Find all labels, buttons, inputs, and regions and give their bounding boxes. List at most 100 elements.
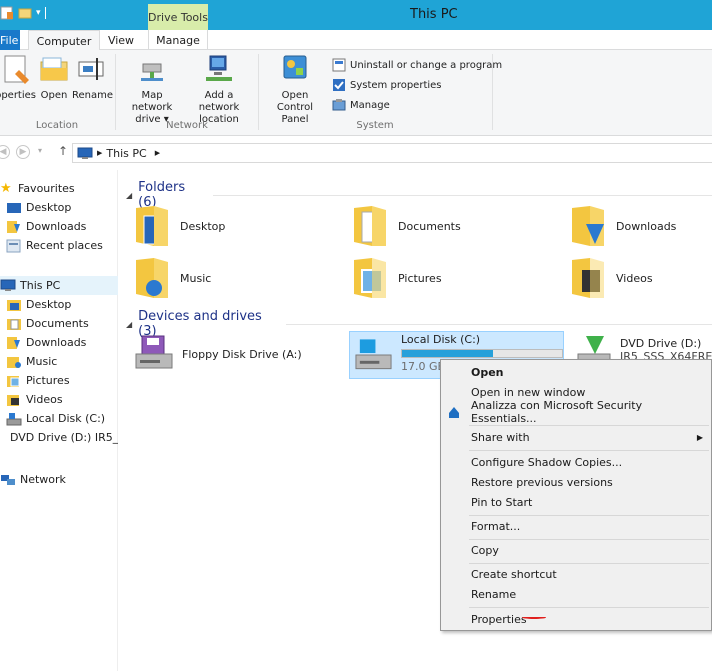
map-network-drive-button[interactable]: Map network drive ▾ [120, 54, 184, 126]
annotation-underline [522, 616, 546, 619]
nav-this-pc[interactable]: This PC [0, 276, 118, 295]
folder-documents-label: Documents [398, 219, 461, 233]
drive-local-disk-label: Local Disk (C:) [401, 333, 481, 346]
folder-icon [7, 299, 21, 311]
nav-favourites-label: Favourites [18, 182, 75, 195]
section-divider [213, 194, 712, 196]
uninstall-program-button[interactable]: Uninstall or change a program [332, 58, 502, 72]
drive-floppy[interactable]: Floppy Disk Drive (A:) [134, 334, 302, 374]
menu-properties[interactable]: Properties [441, 609, 711, 629]
rename-icon [78, 58, 104, 80]
submenu-arrow-icon: ▶ [696, 432, 703, 442]
videos-folder-icon [572, 258, 604, 298]
forward-button[interactable]: ▶ [16, 145, 30, 159]
pictures-folder-icon [354, 258, 386, 298]
nav-fav-downloads[interactable]: Downloads [0, 217, 118, 236]
folder-documents[interactable]: Documents [352, 204, 461, 248]
nav-pc-documents[interactable]: Documents [0, 314, 118, 333]
menu-analyze[interactable]: Analizza con Microsoft Security Essentia… [441, 399, 711, 425]
system-properties-button[interactable]: System properties [332, 78, 442, 92]
nav-pc-local-disk[interactable]: Local Disk (C:) [0, 409, 118, 428]
up-arrow-icon[interactable]: ↑ [58, 144, 68, 158]
folder-music[interactable]: Music [134, 256, 211, 300]
recent-locations-chevron-icon[interactable]: ▾ [38, 146, 42, 155]
tab-file[interactable]: File [0, 30, 20, 50]
breadcrumb-separator-icon[interactable]: ▶ [97, 149, 102, 157]
address-bar[interactable]: ▶ This PC ▶ [72, 143, 712, 163]
breadcrumb-this-pc[interactable]: This PC [106, 147, 146, 160]
control-panel-icon [283, 55, 307, 79]
collapse-chevron-icon[interactable]: ◢ [126, 191, 132, 200]
local-disk-icon [355, 339, 392, 370]
nav-pc-downloads[interactable]: Downloads [0, 333, 118, 352]
back-button[interactable]: ◀ [0, 145, 10, 159]
nav-pc-pictures[interactable]: Pictures [0, 371, 118, 390]
tab-manage[interactable]: Manage [148, 30, 208, 50]
nav-favourites[interactable]: ★ Favourites [0, 179, 118, 198]
open-folder-icon [40, 57, 68, 81]
properties-button[interactable]: Properties [0, 54, 36, 102]
menu-analyze-label: Analizza con Microsoft Security Essentia… [471, 399, 643, 425]
nav-network[interactable]: Network [0, 470, 118, 489]
menu-separator [469, 450, 709, 451]
network-icon [1, 474, 15, 485]
menu-copy[interactable]: Copy [441, 540, 711, 560]
folder-videos-label: Videos [616, 271, 653, 285]
manage-button[interactable]: Manage [332, 98, 390, 112]
open-label: Open [40, 90, 68, 101]
nav-pc-music[interactable]: Music [0, 352, 118, 371]
nav-pc-desktop-label: Desktop [26, 298, 72, 311]
folder-downloads-label: Downloads [616, 219, 677, 233]
system-properties-label: System properties [350, 79, 442, 91]
nav-pc-desktop[interactable]: Desktop [0, 295, 118, 314]
collapse-chevron-icon[interactable]: ◢ [126, 320, 132, 329]
menu-format[interactable]: Format... [441, 516, 711, 536]
tab-computer[interactable]: Computer [28, 30, 100, 51]
open-control-panel-button[interactable]: Open Control Panel [262, 54, 328, 126]
nav-pc-local-disk-label: Local Disk (C:) [26, 412, 106, 425]
menu-restore-versions[interactable]: Restore previous versions [441, 472, 711, 492]
nav-this-pc-label: This PC [20, 279, 61, 292]
menu-share-with[interactable]: Share with ▶ [441, 427, 711, 447]
disk-usage-bar [401, 349, 563, 358]
nav-fav-recent[interactable]: Recent places [0, 236, 118, 255]
breadcrumb-separator-icon[interactable]: ▶ [155, 149, 160, 157]
menu-separator [469, 607, 709, 608]
folder-pictures[interactable]: Pictures [352, 256, 442, 300]
nav-fav-desktop[interactable]: Desktop [0, 198, 118, 217]
nav-pc-videos[interactable]: Videos [0, 390, 118, 409]
rename-label: Rename [72, 90, 114, 101]
folder-desktop[interactable]: Desktop [134, 204, 225, 248]
menu-open[interactable]: Open [441, 362, 711, 382]
nav-pc-downloads-label: Downloads [26, 336, 87, 349]
context-menu: Open Open in new window Analizza con Mic… [440, 359, 712, 631]
open-button[interactable]: Open [38, 54, 70, 102]
window-title: This PC [410, 7, 458, 22]
menu-create-shortcut[interactable]: Create shortcut [441, 564, 711, 584]
section-divider [285, 323, 712, 325]
menu-shadow-copies[interactable]: Configure Shadow Copies... [441, 452, 711, 472]
folder-desktop-label: Desktop [180, 219, 226, 233]
title-bar: ▾ Drive Tools This PC [0, 0, 712, 30]
folder-videos[interactable]: Videos [570, 256, 653, 300]
menu-rename[interactable]: Rename [441, 584, 711, 604]
menu-pin-to-start[interactable]: Pin to Start [441, 492, 711, 512]
add-network-location-button[interactable]: Add a network location [186, 54, 252, 126]
nav-pc-dvd[interactable]: DVD Drive (D:) IR5_S [0, 428, 118, 447]
security-essentials-icon [449, 407, 459, 418]
folder-downloads[interactable]: Downloads [570, 204, 676, 248]
ribbon-separator [115, 54, 116, 130]
menu-separator [469, 425, 709, 426]
pictures-folder-icon [7, 375, 20, 387]
folder-pictures-label: Pictures [398, 271, 442, 285]
folder-music-label: Music [180, 271, 212, 285]
nav-pc-pictures-label: Pictures [26, 374, 70, 387]
videos-folder-icon [7, 394, 19, 406]
network-drive-icon [141, 63, 163, 81]
manage-label: Manage [350, 99, 390, 111]
tab-view[interactable]: View [100, 30, 142, 50]
manage-icon [332, 99, 346, 111]
rename-button[interactable]: Rename [72, 54, 114, 102]
uninstall-label: Uninstall or change a program [350, 59, 503, 71]
ribbon: Properties Open Rename Location Map netw… [0, 50, 712, 136]
